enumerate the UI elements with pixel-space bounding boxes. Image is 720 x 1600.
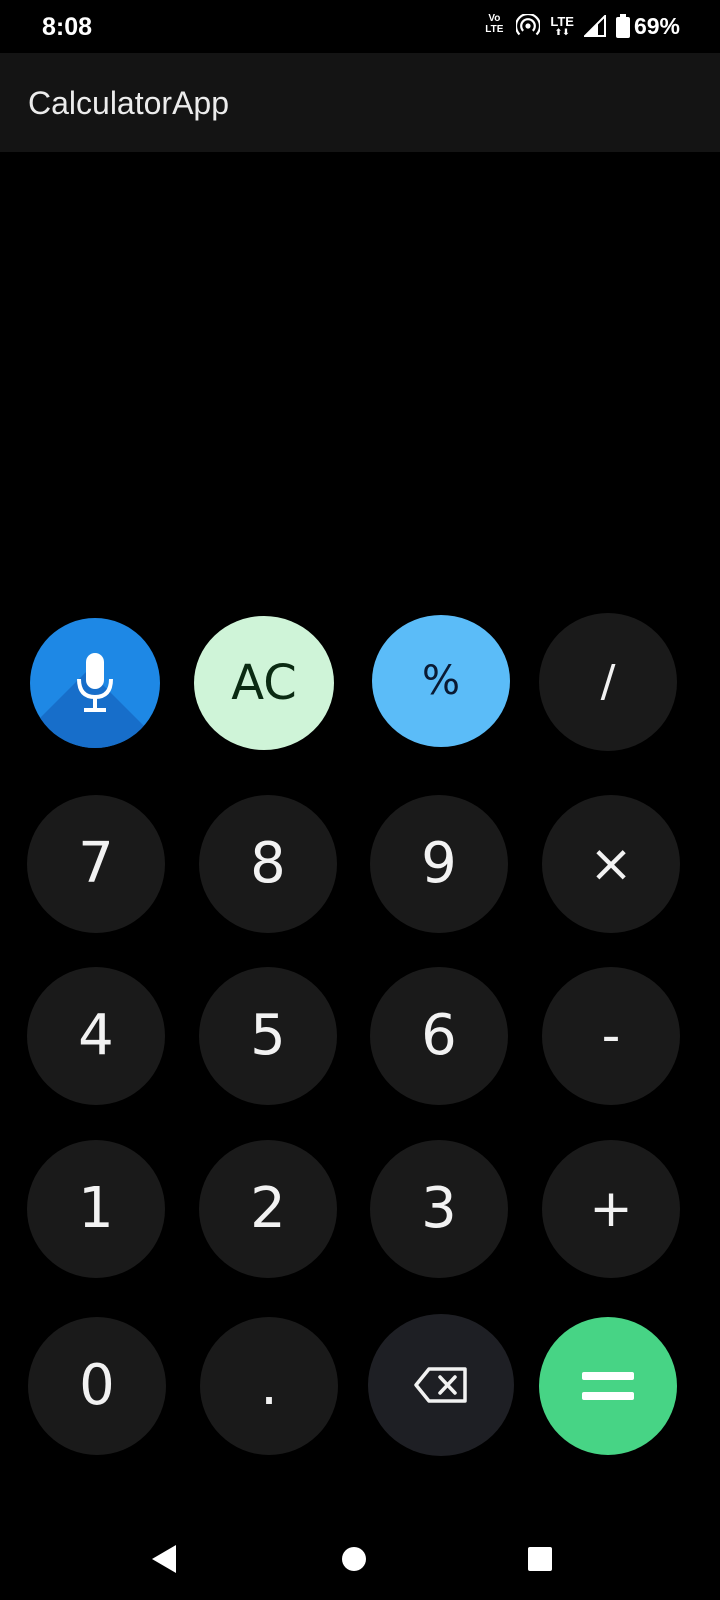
app-title: CalculatorApp	[28, 85, 229, 121]
multiply-label: ×	[589, 834, 633, 894]
app-bar: CalculatorApp	[0, 53, 720, 152]
percent-button[interactable]: %	[372, 615, 510, 747]
back-icon[interactable]	[146, 1539, 186, 1579]
decimal-point-label: .	[260, 1353, 278, 1418]
backspace-icon	[414, 1367, 467, 1403]
plus-label: +	[589, 1179, 633, 1239]
digit-6-label: 6	[421, 1003, 457, 1068]
digit-5-button[interactable]: 5	[199, 967, 337, 1105]
divide-button[interactable]: /	[539, 613, 677, 751]
digit-4-button[interactable]: 4	[27, 967, 165, 1105]
minus-label: -	[601, 1006, 621, 1066]
battery: 69%	[615, 12, 680, 40]
calculator-screen: 8:08 Vo LTE LTE ⬆⬇ 69% CalculatorApp AC …	[0, 0, 720, 1600]
percent-label: %	[421, 658, 460, 704]
battery-percent: 69%	[633, 12, 680, 39]
calculator-display	[0, 152, 720, 612]
digit-6-button[interactable]: 6	[370, 967, 508, 1105]
digit-5-label: 5	[250, 1003, 286, 1068]
digit-2-button[interactable]: 2	[199, 1140, 337, 1278]
status-bar: 8:08 Vo LTE LTE ⬆⬇ 69%	[0, 0, 720, 53]
digit-1-label: 1	[78, 1176, 114, 1241]
data-activity-arrows: ⬆⬇	[554, 27, 570, 37]
equals-button[interactable]: =	[539, 1317, 677, 1455]
volte-icon: Vo LTE	[482, 13, 506, 39]
decimal-point-button[interactable]: .	[200, 1317, 338, 1455]
digit-1-button[interactable]: 1	[27, 1140, 165, 1278]
microphone-icon	[77, 653, 113, 712]
minus-button[interactable]: -	[542, 967, 680, 1105]
home-icon[interactable]	[334, 1539, 374, 1579]
digit-0-label: 0	[79, 1353, 115, 1418]
digit-2-label: 2	[250, 1176, 286, 1241]
digit-8-button[interactable]: 8	[199, 795, 337, 933]
hotspot-icon	[516, 14, 541, 36]
digit-8-label: 8	[250, 831, 286, 896]
multiply-button[interactable]: ×	[542, 795, 680, 933]
digit-3-label: 3	[421, 1176, 457, 1241]
status-icons: Vo LTE LTE ⬆⬇ 69%	[482, 11, 680, 41]
digit-3-button[interactable]: 3	[370, 1140, 508, 1278]
backspace-button[interactable]	[368, 1314, 514, 1456]
lte-data-icon: LTE ⬆⬇	[550, 15, 574, 37]
divide-label: /	[600, 656, 616, 707]
recents-icon[interactable]	[520, 1539, 560, 1579]
digit-9-button[interactable]: 9	[370, 795, 508, 933]
voice-input-button[interactable]	[30, 618, 160, 748]
plus-button[interactable]: +	[542, 1140, 680, 1278]
volte-line2: LTE	[485, 24, 504, 35]
volte-line1: Vo	[488, 13, 501, 24]
navigation-bar	[0, 1515, 720, 1600]
all-clear-label: AC	[231, 655, 297, 711]
digit-4-label: 4	[78, 1003, 114, 1068]
digit-7-label: 7	[78, 831, 114, 896]
status-time: 8:08	[42, 13, 93, 41]
equals-icon	[582, 1372, 634, 1400]
all-clear-button[interactable]: AC	[194, 616, 334, 750]
digit-9-label: 9	[421, 831, 457, 896]
signal-icon	[583, 15, 606, 37]
digit-7-button[interactable]: 7	[27, 795, 165, 933]
digit-0-button[interactable]: 0	[28, 1317, 166, 1455]
battery-icon	[615, 14, 630, 38]
